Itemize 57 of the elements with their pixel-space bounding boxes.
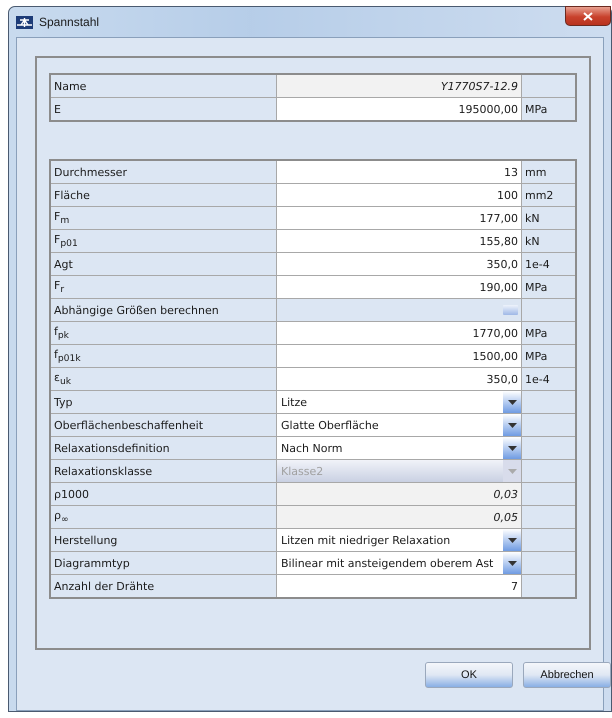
value-field[interactable]: 350,0 (276, 252, 522, 276)
dialog-button[interactable]: Abbrechen (523, 662, 611, 688)
property-label: Durchmesser (50, 160, 276, 184)
dropdown[interactable]: Litzen mit niedriger Relaxation (277, 529, 521, 551)
property-label: Agt (50, 252, 276, 276)
value-field[interactable]: 177,00 (276, 206, 522, 230)
value-field[interactable]: 195000,00 (276, 98, 522, 121)
property-label: Oberflächenbeschaffenheit (50, 414, 276, 436)
unit-label: mm (522, 160, 576, 184)
property-label: f$_{p01k}$ (50, 344, 276, 368)
property-label: F$_{r}$ (50, 276, 276, 298)
value-field: 0,05 (276, 506, 522, 528)
property-label: Fläche (50, 184, 276, 206)
close-button[interactable] (565, 6, 611, 26)
unit-label: 1e-4 (522, 368, 576, 390)
property-label: ρ$_{∞}$ (50, 506, 276, 528)
property-label: Abhängige Größen berechnen (50, 298, 276, 322)
window-title: Spannstahl (39, 15, 100, 29)
dropdown[interactable]: Bilinear mit ansteigendem oberem Ast (277, 552, 521, 574)
property-label: ρ1000 (50, 482, 276, 506)
unit-label: MPa (522, 344, 576, 368)
property-label: Anzahl der Drähte (50, 574, 276, 598)
dropdown[interactable]: Litze (277, 391, 521, 413)
app-logo-icon (16, 16, 33, 28)
checkbox[interactable] (503, 305, 518, 316)
dropdown[interactable]: Nach Norm (277, 437, 521, 459)
property-label: Relaxationsklasse (50, 460, 276, 482)
value-field[interactable]: 13 (276, 160, 522, 184)
property-label: Herstellung (50, 528, 276, 552)
property-label: f$_{pk}$ (50, 322, 276, 344)
value-field: Y1770S7-12.9 (276, 74, 522, 98)
unit-label: mm2 (522, 184, 576, 206)
property-label: F$_{p01}$ (50, 230, 276, 252)
property-label: Typ (50, 390, 276, 414)
close-icon (583, 12, 593, 20)
value-field[interactable]: 155,80 (276, 230, 522, 252)
property-label: Relaxationsdefinition (50, 436, 276, 460)
dialog-button[interactable]: OK (425, 662, 513, 688)
property-label: F$_{m}$ (50, 206, 276, 230)
value-field[interactable]: 1500,00 (276, 344, 522, 368)
unit-label: kN (522, 230, 576, 252)
value-field[interactable]: 190,00 (276, 276, 522, 298)
property-label: Diagrammtyp (50, 552, 276, 574)
value-field[interactable]: 1770,00 (276, 322, 522, 344)
property-label: Name (50, 74, 276, 98)
unit-label: 1e-4 (522, 252, 576, 276)
value-field: 0,03 (276, 482, 522, 506)
unit-label: MPa (522, 98, 576, 121)
dropdown[interactable]: Glatte Oberfläche (277, 414, 521, 436)
property-label: E (50, 98, 276, 121)
value-field[interactable]: 7 (276, 574, 522, 598)
value-field[interactable]: 100 (276, 184, 522, 206)
value-field[interactable]: 350,0 (276, 368, 522, 390)
unit-label: MPa (522, 322, 576, 344)
unit-label: MPa (522, 276, 576, 298)
property-label: ε$_{uk}$ (50, 368, 276, 390)
unit-label: kN (522, 206, 576, 230)
